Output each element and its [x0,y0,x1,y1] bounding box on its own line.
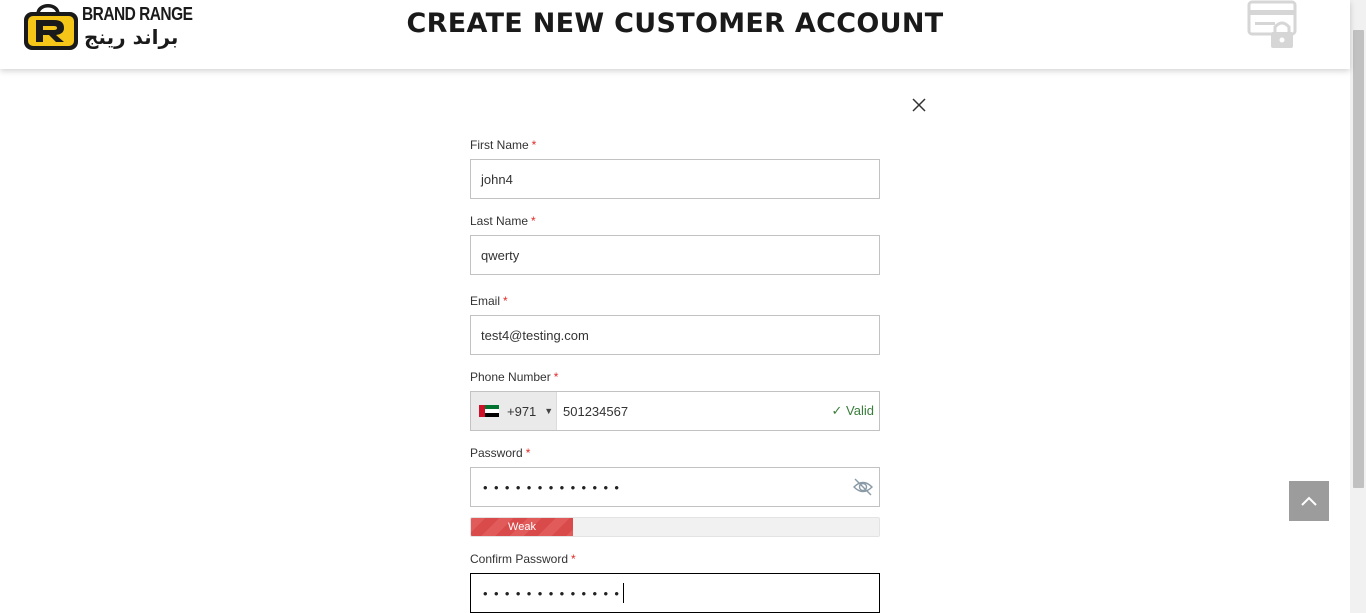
required-marker: * [525,446,531,460]
confirm-password-label: Confirm Password * [470,552,576,566]
close-icon[interactable] [910,96,928,114]
secure-card-lock-icon [1247,0,1297,48]
email-label-text: Email [470,294,501,308]
last-name-label: Last Name * [470,214,536,228]
text-cursor [623,583,625,603]
page-scrollbar[interactable] [1350,0,1366,613]
password-strength-meter: Weak [470,517,880,537]
page-title: CREATE NEW CUSTOMER ACCOUNT [406,8,944,39]
phone-value: 501234567 [563,403,629,419]
email-value: test4@testing.com [481,327,589,343]
last-name-value: qwerty [481,247,520,263]
first-name-input[interactable]: john4 [470,159,880,199]
back-to-top-button[interactable] [1289,481,1329,521]
password-strength-label: Weak [508,521,536,533]
required-marker: * [571,552,576,566]
phone-label-text: Phone Number [470,370,551,384]
password-input[interactable]: ••••••••••••• [470,467,880,507]
page: BRAND RANGE براند رينج CREATE NEW CUSTOM… [0,0,1366,613]
eye-slash-icon[interactable] [852,476,874,498]
confirm-password-masked-value: ••••••••••••• [483,585,626,601]
country-code-value: +971 [507,403,537,419]
last-name-input[interactable]: qwerty [470,235,880,275]
caret-down-icon: ▼ [544,406,554,416]
required-marker: * [531,214,536,228]
country-code-dropdown[interactable]: +971 ▼ [471,392,557,430]
required-marker: * [503,294,508,308]
first-name-label: First Name * [470,138,536,152]
password-label-text: Password [470,446,523,460]
uae-flag-icon [479,405,499,417]
last-name-label-text: Last Name [470,214,529,228]
first-name-label-text: First Name [470,138,529,152]
email-label: Email * [470,294,508,308]
scrollbar-thumb[interactable] [1353,30,1364,488]
required-marker: * [531,138,537,152]
required-marker: * [553,370,559,384]
phone-input[interactable]: +971 ▼ 501234567 ✓ Valid [470,391,880,431]
site-header: BRAND RANGE براند رينج CREATE NEW CUSTOM… [0,0,1350,69]
email-input[interactable]: test4@testing.com [470,315,880,355]
confirm-password-label-text: Confirm Password [470,552,569,566]
confirm-password-input[interactable]: ••••••••••••• [470,573,880,613]
chevron-up-icon [1301,496,1317,506]
password-masked-value: ••••••••••••• [483,479,626,495]
first-name-value: john4 [481,171,513,187]
phone-label: Phone Number * [470,370,558,384]
password-label: Password * [470,446,530,460]
phone-valid-status: ✓ Valid [831,403,874,418]
